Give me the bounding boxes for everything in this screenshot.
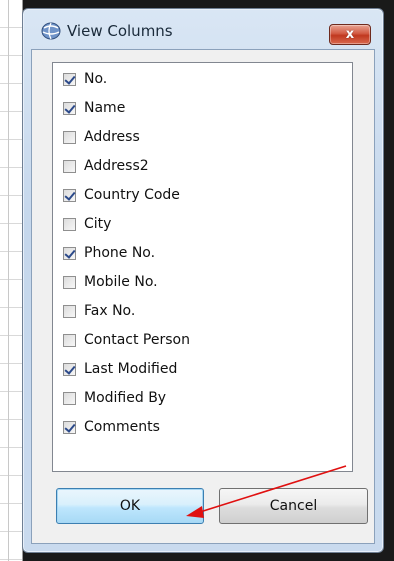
checkbox-checked[interactable] — [63, 188, 76, 202]
column-item-phone-no[interactable]: Phone No. — [63, 242, 155, 264]
checkbox-unchecked[interactable] — [63, 333, 76, 347]
column-checklist[interactable]: No. Name Address Address2 Country Code C… — [52, 62, 353, 472]
close-icon: x — [345, 27, 355, 42]
column-item-address2[interactable]: Address2 — [63, 155, 149, 177]
column-item-no[interactable]: No. — [63, 68, 107, 90]
column-label: Modified By — [84, 390, 167, 406]
checkbox-checked[interactable] — [63, 101, 76, 115]
column-label: Mobile No. — [84, 274, 158, 290]
column-label: Address — [84, 129, 140, 145]
column-label: Name — [84, 100, 126, 116]
ok-button[interactable]: OK — [56, 488, 204, 524]
checkbox-checked[interactable] — [63, 246, 76, 260]
dialog-body: No. Name Address Address2 Country Code C… — [31, 49, 375, 544]
checkbox-unchecked[interactable] — [63, 130, 76, 144]
checkbox-checked[interactable] — [63, 362, 76, 376]
column-label: Comments — [84, 419, 160, 435]
background-gridline — [8, 0, 9, 561]
app-globe-icon — [41, 22, 61, 40]
close-button[interactable]: x — [329, 24, 371, 45]
column-item-name[interactable]: Name — [63, 97, 125, 119]
column-item-city[interactable]: City — [63, 213, 111, 235]
dialog-title: View Columns — [67, 22, 173, 40]
column-label: Last Modified — [84, 361, 178, 377]
column-label: Fax No. — [84, 303, 136, 319]
column-label: Address2 — [84, 158, 149, 174]
checkbox-checked[interactable] — [63, 72, 76, 86]
column-label: City — [84, 216, 112, 232]
column-item-address[interactable]: Address — [63, 126, 140, 148]
checkbox-unchecked[interactable] — [63, 275, 76, 289]
column-item-contact-person[interactable]: Contact Person — [63, 329, 190, 351]
checkbox-unchecked[interactable] — [63, 391, 76, 405]
column-item-mobile-no[interactable]: Mobile No. — [63, 271, 158, 293]
column-item-country-code[interactable]: Country Code — [63, 184, 180, 206]
column-label: Phone No. — [84, 245, 156, 261]
column-label: Country Code — [84, 187, 180, 203]
column-label: Contact Person — [84, 332, 190, 348]
column-item-fax-no[interactable]: Fax No. — [63, 300, 135, 322]
checkbox-unchecked[interactable] — [63, 159, 76, 173]
view-columns-dialog: View Columns x No. Name Address Address2 — [22, 8, 384, 553]
column-label: No. — [84, 71, 108, 87]
column-item-last-modified[interactable]: Last Modified — [63, 358, 177, 380]
column-item-comments[interactable]: Comments — [63, 416, 160, 438]
checkbox-checked[interactable] — [63, 420, 76, 434]
background-app-strip — [0, 0, 23, 561]
column-item-modified-by[interactable]: Modified By — [63, 387, 166, 409]
cancel-button[interactable]: Cancel — [219, 488, 368, 524]
checkbox-unchecked[interactable] — [63, 304, 76, 318]
title-bar[interactable]: View Columns x — [23, 9, 383, 49]
checkbox-unchecked[interactable] — [63, 217, 76, 231]
